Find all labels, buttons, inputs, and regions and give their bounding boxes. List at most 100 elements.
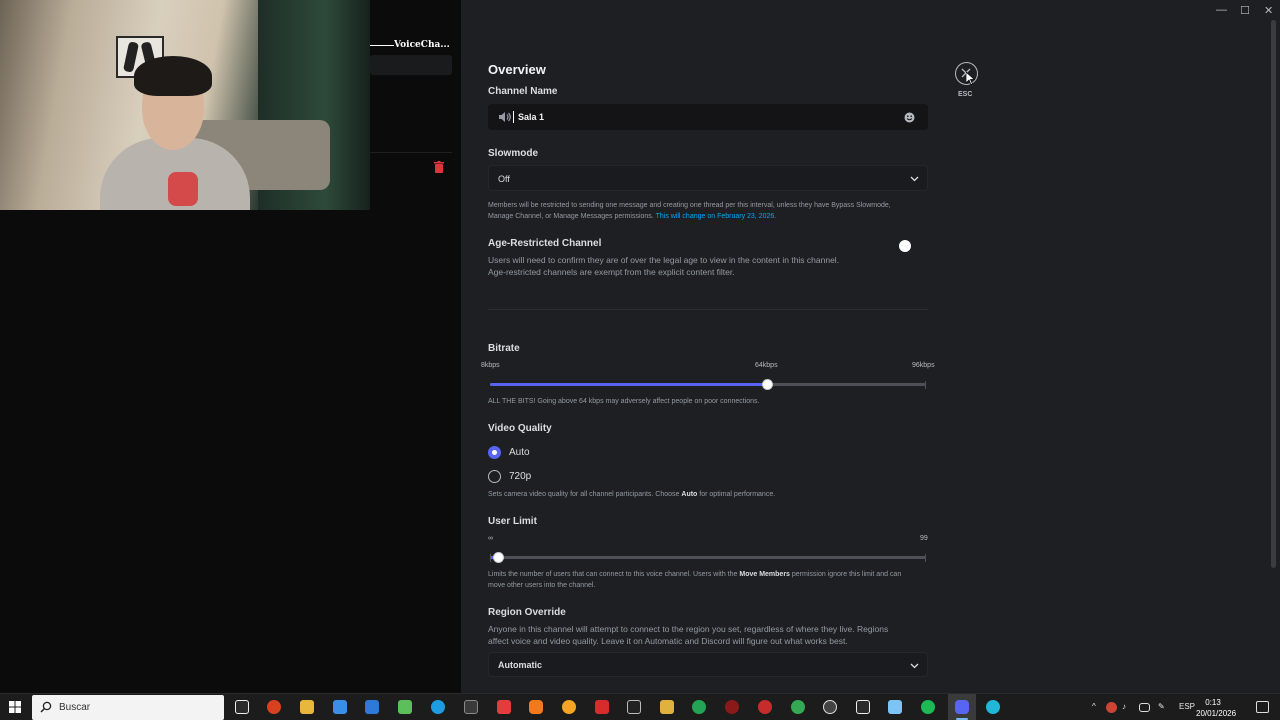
emoji-picker-icon[interactable] <box>904 112 915 123</box>
bitrate-min-label: 8kbps <box>481 362 500 369</box>
obs-app-icon[interactable] <box>823 700 837 714</box>
video-quality-720p-label: 720p <box>509 471 532 482</box>
tray-antivirus-icon[interactable] <box>1106 702 1117 713</box>
calendar-app-icon[interactable] <box>398 700 412 714</box>
windows-start-icon[interactable] <box>9 701 21 713</box>
settings-scrollbar[interactable] <box>1271 20 1276 568</box>
game-app-icon[interactable] <box>758 700 772 714</box>
bitrate-slider[interactable] <box>490 379 926 390</box>
region-override-description-1: Anyone in this channel will attempt to c… <box>488 624 889 634</box>
user-limit-description-bold: Move Members <box>739 571 790 578</box>
notes-app-icon[interactable] <box>888 700 902 714</box>
taskbar-date: 20/01/2026 <box>1196 709 1237 718</box>
edge-browser-icon[interactable] <box>431 700 445 714</box>
region-override-label: Region Override <box>488 607 566 618</box>
red-app-icon[interactable] <box>497 700 511 714</box>
capcut-app-icon[interactable] <box>235 700 249 714</box>
window-close-button[interactable]: ✕ <box>1264 4 1273 17</box>
channel-name-value: Sala 1 <box>518 112 545 122</box>
screen-recorder-app-icon[interactable] <box>267 700 281 714</box>
user-limit-slider-handle[interactable] <box>493 552 504 563</box>
user-limit-max-tick <box>925 554 926 562</box>
discord-app-icon[interactable] <box>955 700 969 714</box>
windows-taskbar: Buscar ^ ♪ ✎ ESP 0:13 20/01/2026 <box>0 693 1280 720</box>
slowmode-select[interactable]: Off <box>488 165 928 191</box>
user-limit-description-pre: Limits the number of users that can conn… <box>488 571 738 578</box>
age-restricted-toggle[interactable] <box>896 238 928 254</box>
bitrate-label: Bitrate <box>488 343 520 354</box>
age-restricted-description-1: Users will need to confirm they are of o… <box>488 255 840 265</box>
spotify-app-icon[interactable] <box>921 700 935 714</box>
chrome-browser-icon[interactable] <box>791 700 805 714</box>
minimize-button[interactable]: — <box>1216 4 1227 16</box>
user-limit-min-tick <box>490 554 491 562</box>
user-limit-label: User Limit <box>488 516 537 527</box>
region-override-description-2: affect voice and video quality. Leave it… <box>488 636 848 646</box>
sidebar-divider-line <box>370 45 394 46</box>
bitrate-max-label: 96kbps <box>912 362 935 369</box>
tray-pen-icon[interactable]: ✎ <box>1158 702 1165 711</box>
video-quality-description-pre: Sets camera video quality for all channe… <box>488 491 680 498</box>
taskbar-search-placeholder: Buscar <box>59 702 91 713</box>
opera-browser-icon[interactable] <box>725 700 739 714</box>
store-app-icon[interactable] <box>333 700 347 714</box>
age-restricted-label: Age-Restricted Channel <box>488 238 602 249</box>
age-restricted-description-2: Age-restricted channels are exempt from … <box>488 267 735 277</box>
slowmode-change-link[interactable]: This will change on February 23, 2026. <box>656 213 777 220</box>
pdf-app-icon[interactable] <box>595 700 609 714</box>
tray-network-icon[interactable] <box>1139 703 1150 712</box>
video-quality-label: Video Quality <box>488 423 552 434</box>
orange-app-icon[interactable] <box>529 700 543 714</box>
channel-name-input[interactable]: Sala 1 <box>488 104 928 130</box>
video-quality-description-bold: Auto <box>681 491 698 498</box>
channel-name-label: Channel Name <box>488 86 558 97</box>
chevron-down-icon <box>910 176 919 182</box>
bitrate-slider-fill <box>490 383 767 386</box>
tray-language[interactable]: ESP <box>1179 702 1195 711</box>
tray-chevron-up-icon[interactable]: ^ <box>1092 702 1096 711</box>
bitrate-description: ALL THE BITS! Going above 64 kbps may ad… <box>488 398 760 405</box>
speaker-icon <box>499 112 511 122</box>
sidebar-divider <box>370 152 452 153</box>
file-explorer-icon[interactable] <box>300 700 314 714</box>
user-limit-description: Limits the number of users that can conn… <box>488 569 918 591</box>
region-override-select[interactable]: Automatic <box>488 652 928 677</box>
folder-app-icon[interactable] <box>660 700 674 714</box>
user-limit-min-label: ∞ <box>488 535 493 542</box>
taskbar-clock[interactable]: 0:13 20/01/2026 <box>1196 697 1237 719</box>
sidebar-selected-item[interactable] <box>370 55 452 75</box>
region-override-value: Automatic <box>498 660 543 670</box>
taskbar-time: 0:13 <box>1205 698 1221 707</box>
electron-app-icon[interactable] <box>986 700 1000 714</box>
video-quality-description: Sets camera video quality for all channe… <box>488 489 775 500</box>
notifications-icon[interactable] <box>1256 701 1269 713</box>
maximize-button[interactable]: ☐ <box>1240 4 1250 17</box>
epic-games-icon[interactable] <box>627 700 641 714</box>
tray-volume-icon[interactable]: ♪ <box>1122 702 1126 711</box>
mouse-pointer-icon <box>966 72 975 85</box>
upwork-app-icon[interactable] <box>692 700 706 714</box>
webcam-video-feed <box>0 0 370 210</box>
user-limit-max-label: 99 <box>920 535 928 542</box>
grid-app-icon[interactable] <box>464 700 478 714</box>
video-quality-auto-label: Auto <box>509 447 530 458</box>
brave-browser-icon[interactable] <box>562 700 576 714</box>
channel-sidebar: VoiceCha... <box>0 0 461 693</box>
bitrate-max-tick <box>925 381 926 389</box>
user-limit-slider[interactable] <box>490 552 926 563</box>
window-app-icon[interactable] <box>365 700 379 714</box>
capcut-second-icon[interactable] <box>856 700 870 714</box>
taskbar-search-box[interactable]: Buscar <box>32 695 224 720</box>
esc-label: ESC <box>958 91 973 98</box>
page-title: Overview <box>488 62 546 77</box>
bitrate-slider-handle[interactable] <box>762 379 773 390</box>
video-quality-description-post: for optimal performance. <box>699 491 776 498</box>
trash-icon[interactable] <box>434 161 444 173</box>
chevron-down-icon <box>910 663 919 669</box>
radio-selected-icon[interactable] <box>488 446 501 459</box>
sidebar-channel-title: VoiceCha... <box>394 40 450 50</box>
bitrate-current-label: 64kbps <box>755 362 778 369</box>
search-icon <box>40 701 52 713</box>
section-divider <box>488 309 928 310</box>
radio-unselected-icon[interactable] <box>488 470 501 483</box>
